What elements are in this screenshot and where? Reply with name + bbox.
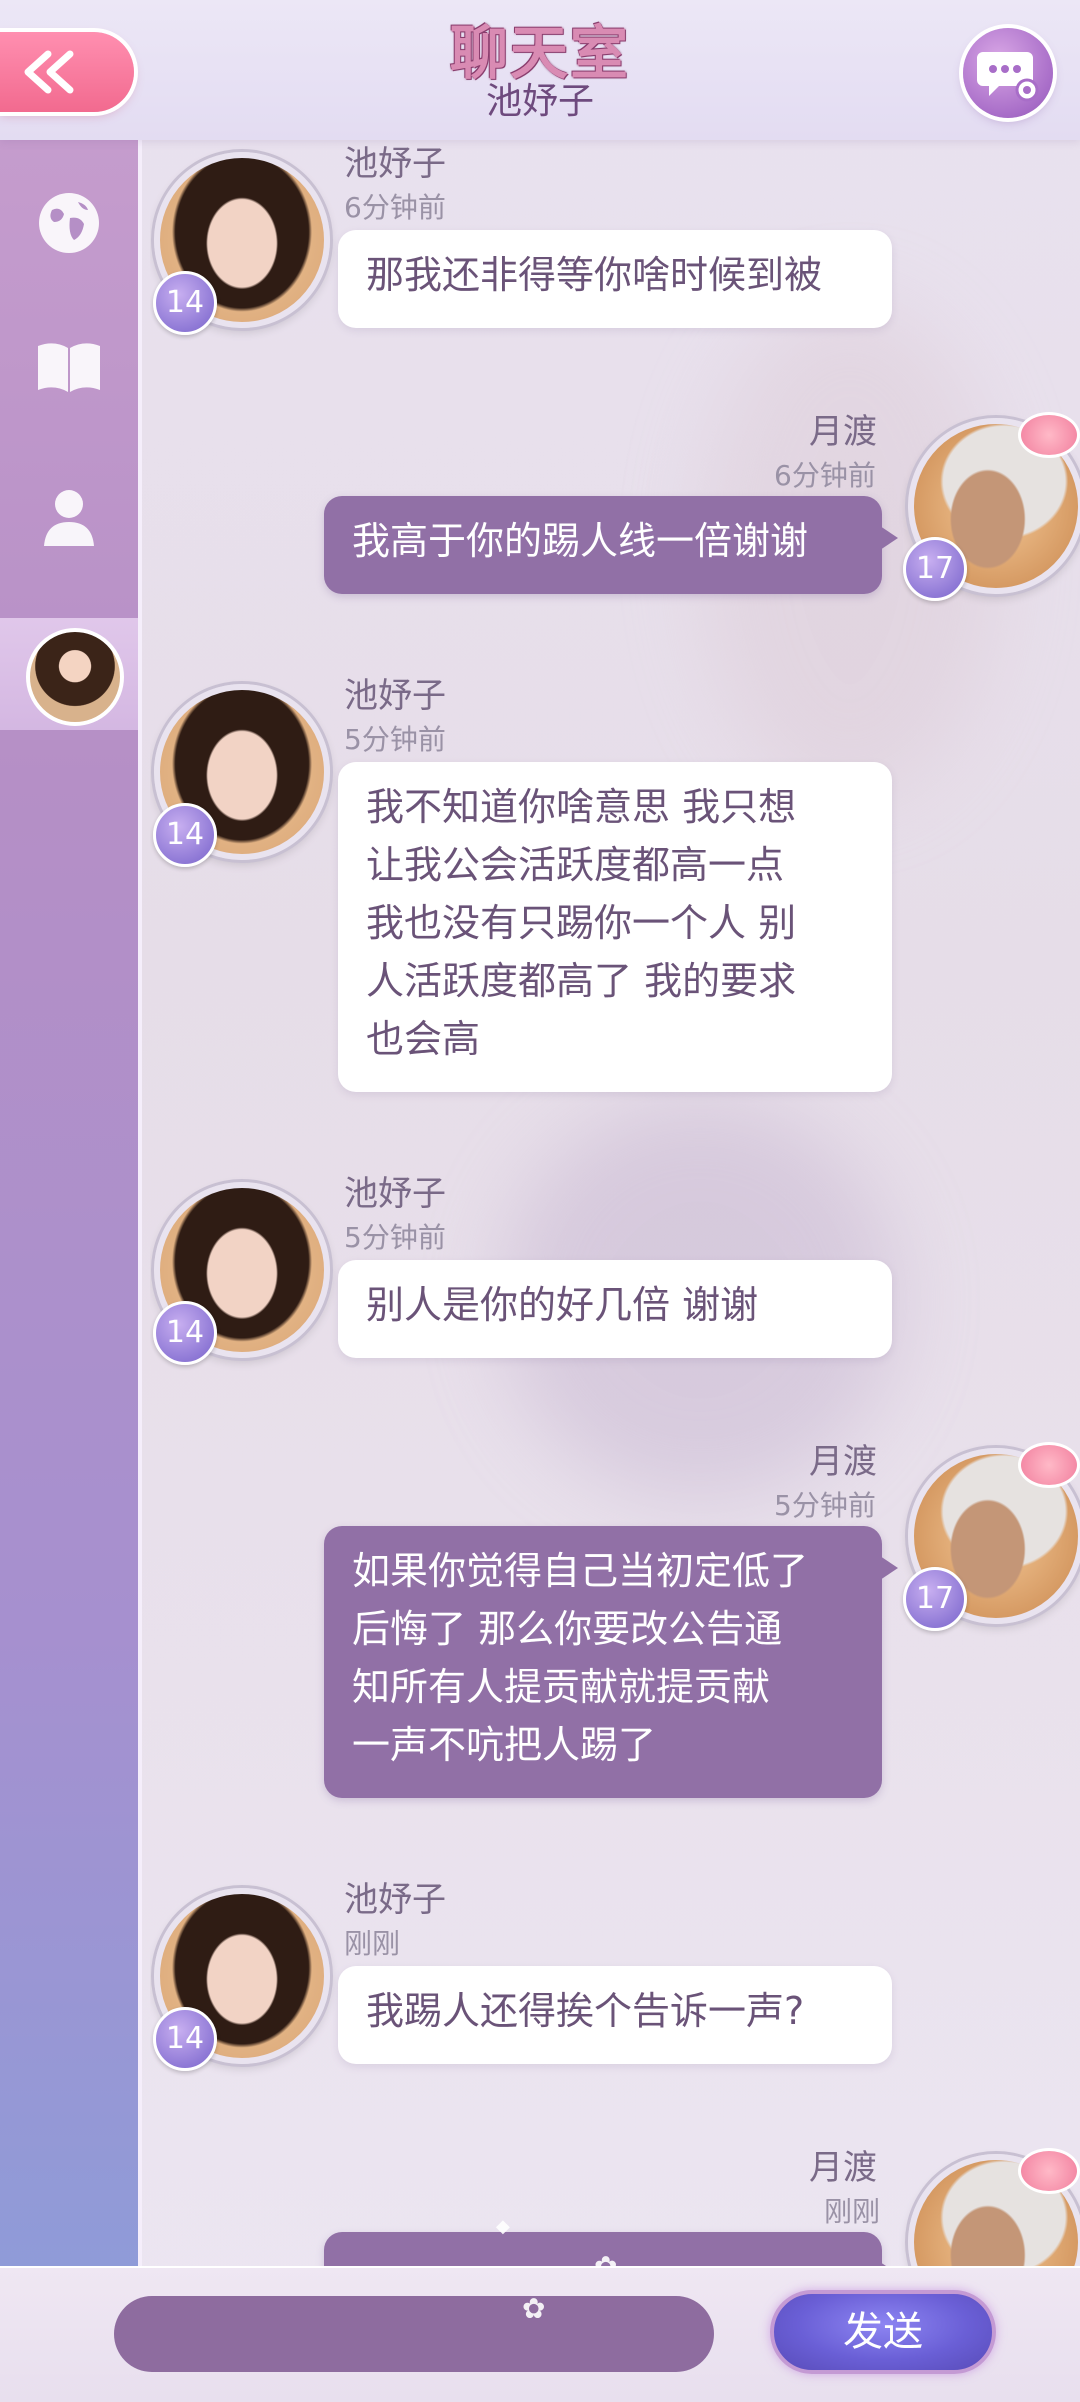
message-time: 5分钟前 [344, 1221, 446, 1254]
page-subtitle: 池妤子 [485, 81, 594, 122]
message-time: 6分钟前 [774, 459, 876, 492]
message-bubble: 我高于你的踢人线一倍谢谢 [324, 496, 898, 594]
message-line: 我不知道你啥意思 我只想 [366, 785, 797, 829]
bow-decoration [1018, 412, 1080, 458]
chat-settings-button[interactable] [963, 28, 1053, 118]
send-button[interactable]: 发送 [770, 2290, 996, 2374]
message-composer: ✿ 发送 [0, 2266, 1080, 2402]
sender-name: 池妤子 [344, 1174, 446, 1214]
message-line: 知所有人提贡献就提贡献 [352, 1665, 771, 1709]
sender-name: 月渡 [809, 1442, 877, 1482]
message-time: 刚刚 [824, 2195, 881, 2228]
bow-decoration [1018, 2148, 1080, 2194]
message-line: 我也没有只踢你一个人 别 [366, 901, 797, 945]
level-badge: 14 [153, 803, 217, 867]
sender-name: 池妤子 [344, 144, 446, 184]
bow-decoration [1018, 1442, 1080, 1488]
sender-name: 池妤子 [344, 1880, 446, 1920]
message-line: 一声不吭把人踢了 [352, 1723, 657, 1767]
message-time: 5分钟前 [344, 723, 446, 756]
message-line: 后悔了 那么你要改公告通 [352, 1607, 783, 1651]
flower-decoration: ✿ [522, 2292, 546, 2325]
sidebar [0, 140, 142, 2270]
chat-settings-icon [977, 52, 1039, 102]
message-line: 让我公会活跃度都高一点 [366, 843, 785, 887]
sender-name: 月渡 [809, 2148, 877, 2188]
sidebar-item-current-chat[interactable] [0, 618, 138, 730]
message-line: 也会高 [366, 1017, 481, 1061]
header-bar: 聊天室 池妤子 [0, 0, 1080, 140]
level-badge: 14 [153, 1301, 217, 1365]
level-badge: 14 [153, 2007, 217, 2071]
message-line: 人活跃度都高了 我的要求 [366, 959, 797, 1003]
message-bubble: 别人是你的好几倍 谢谢 [338, 1260, 892, 1358]
message-input[interactable] [114, 2296, 714, 2372]
message-bubble: 那我还非得等你啥时候到被 [338, 230, 892, 328]
book-icon[interactable] [34, 332, 104, 402]
message-bubble: 我不知道你啥意思 我只想 让我公会活跃度都高一点 我也没有只踢你一个人 别 人活… [338, 762, 892, 1092]
level-badge: 14 [153, 271, 217, 335]
sender-name: 月渡 [809, 412, 877, 452]
chat-message-list[interactable]: 14 池妤子 6分钟前 那我还非得等你啥时候到被 月渡 6分钟前 我高于你的踢人… [150, 140, 1080, 2270]
message-line: 如果你觉得自己当初定低了 [352, 1549, 809, 1593]
sparkle-decoration: ◆ [496, 2216, 510, 2237]
level-badge: 17 [903, 1567, 967, 1631]
message-time: 刚刚 [344, 1927, 401, 1960]
globe-icon[interactable] [34, 188, 104, 258]
message-time: 6分钟前 [344, 191, 446, 224]
avatar [26, 628, 124, 726]
person-icon[interactable] [34, 482, 104, 552]
message-time: 5分钟前 [774, 1489, 876, 1522]
sender-name: 池妤子 [344, 676, 446, 716]
message-bubble: 如果你觉得自己当初定低了 后悔了 那么你要改公告通 知所有人提贡献就提贡献 一声… [324, 1526, 898, 1798]
level-badge: 17 [903, 537, 967, 601]
message-bubble: 我踢人还得挨个告诉一声? [338, 1966, 892, 2064]
